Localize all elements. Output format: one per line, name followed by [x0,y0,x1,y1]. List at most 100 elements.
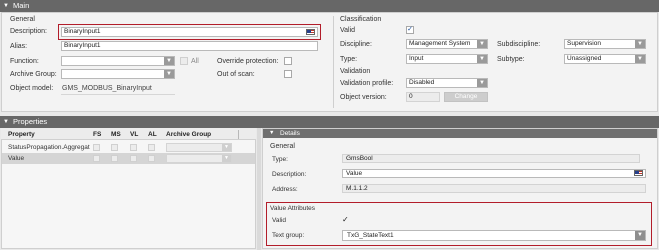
object-version-label: Object version: [340,94,387,101]
type-value: Input [409,55,424,62]
classification-group-title: Classification [340,16,382,23]
fs-checkbox[interactable] [93,155,100,162]
text-group-value: TxG_StateText1 [347,232,394,239]
al-checkbox[interactable] [148,144,155,151]
alias-input[interactable]: BinaryInput1 [61,41,318,51]
vl-checkbox[interactable] [130,144,137,151]
details-type-label: Type: [272,156,288,163]
chevron-down-icon[interactable]: ▼ [635,231,645,240]
details-description-label: Description: [272,171,307,178]
chevron-down-icon[interactable]: ▼ [477,40,487,48]
collapse-triangle-icon[interactable]: ▼ [3,116,9,128]
table-row-selected[interactable]: Value ▼ [2,153,255,164]
object-model-value: GMS_MODBUS_BinaryInput [62,85,152,92]
object-version-value: 0 [409,93,413,100]
details-address-field: M.1.1.2 [342,184,646,193]
column-header-property[interactable]: Property [8,131,35,138]
valid-label: Valid [340,27,356,34]
out-of-scan-checkbox[interactable] [284,70,292,78]
validation-profile-select[interactable]: Disabled ▼ [406,78,488,88]
details-description-input[interactable]: Value [342,169,646,178]
column-header-ms[interactable]: MS [111,131,121,138]
chevron-down-icon[interactable]: ▼ [477,79,487,87]
chevron-down-icon[interactable]: ▼ [635,40,645,48]
all-label: All [191,58,199,65]
archive-group-cell-select[interactable]: ▼ [166,143,232,152]
archive-group-cell-select[interactable]: ▼ [166,154,232,163]
al-checkbox[interactable] [148,155,155,162]
override-protection-checkbox[interactable] [284,57,292,65]
subtype-value: Unassigned [567,55,602,62]
properties-section-title: Properties [13,117,48,126]
validation-profile-label: Validation profile: [340,80,394,87]
discipline-value: Management System [409,40,471,47]
details-general-title: General [270,143,295,150]
change-button[interactable]: Change [444,92,488,102]
description-label: Description: [10,28,47,35]
details-address-label: Address: [272,186,298,193]
subtype-label: Subtype: [497,56,525,63]
details-valid-label: Valid [272,217,286,224]
discipline-select[interactable]: Management System ▼ [406,39,488,49]
chevron-down-icon[interactable]: ▼ [164,70,174,78]
text-group-select[interactable]: TxG_StateText1 ▼ [342,230,646,241]
property-name: Value [8,155,25,162]
column-header-archive-group[interactable]: Archive Group [166,131,211,138]
validation-group-title: Validation [340,68,371,75]
type-label: Type: [340,56,358,63]
subdiscipline-label: Subdiscipline: [497,41,541,48]
discipline-label: Discipline: [340,41,372,48]
details-type-value: GmsBool [346,155,373,162]
main-vertical-divider [333,16,334,108]
subtype-select[interactable]: Unassigned ▼ [564,54,646,64]
chevron-down-icon[interactable]: ▼ [222,155,231,162]
object-model-underline [61,94,175,95]
validation-profile-value: Disabled [409,79,435,86]
language-flag-icon[interactable] [634,170,643,176]
column-divider [238,130,239,139]
collapse-triangle-icon[interactable]: ▼ [3,0,9,12]
value-attributes-title: Value Attributes [270,205,316,212]
vl-checkbox[interactable] [130,155,137,162]
fs-checkbox[interactable] [93,144,100,151]
alias-value: BinaryInput1 [64,42,101,49]
properties-section-header[interactable]: ▼ Properties [0,116,659,128]
out-of-scan-label: Out of scan: [217,71,255,78]
type-select[interactable]: Input ▼ [406,54,488,64]
text-group-label: Text group: [272,232,305,239]
override-protection-label: Override protection: [217,58,279,65]
details-address-value: M.1.1.2 [346,185,368,192]
chevron-down-icon[interactable]: ▼ [635,55,645,63]
properties-table-header [1,128,256,140]
details-header[interactable]: ▼ Details [263,129,657,138]
details-description-value: Value [346,170,363,177]
general-group-title: General [10,16,35,23]
collapse-triangle-icon[interactable]: ▼ [269,129,274,138]
archive-group-label: Archive Group: [10,71,57,78]
table-row[interactable]: StatusPropagation.Aggregat ▼ [2,142,255,153]
alias-label: Alias: [10,43,28,50]
column-header-al[interactable]: AL [148,131,157,138]
main-section-header[interactable]: ▼ Main [0,0,659,12]
subdiscipline-select[interactable]: Supervision ▼ [564,39,646,49]
main-section-title: Main [13,1,30,10]
chevron-down-icon[interactable]: ▼ [164,57,174,65]
details-valid-check-icon[interactable]: ✓ [342,215,349,224]
details-title: Details [280,130,300,137]
valid-checkbox[interactable]: ✓ [406,26,414,34]
object-version-field: 0 [406,92,440,102]
subdiscipline-value: Supervision [567,40,601,47]
function-select[interactable]: ▼ [61,56,175,66]
panel-splitter[interactable] [257,128,261,250]
ms-checkbox[interactable] [111,144,118,151]
ms-checkbox[interactable] [111,155,118,162]
column-header-vl[interactable]: VL [130,131,138,138]
function-label: Function: [10,58,39,65]
check-icon: ✓ [407,26,413,33]
chevron-down-icon[interactable]: ▼ [222,144,231,151]
all-checkbox[interactable] [180,57,188,65]
details-type-field: GmsBool [342,154,640,163]
chevron-down-icon[interactable]: ▼ [477,55,487,63]
column-header-fs[interactable]: FS [93,131,101,138]
archive-group-select[interactable]: ▼ [61,69,175,79]
